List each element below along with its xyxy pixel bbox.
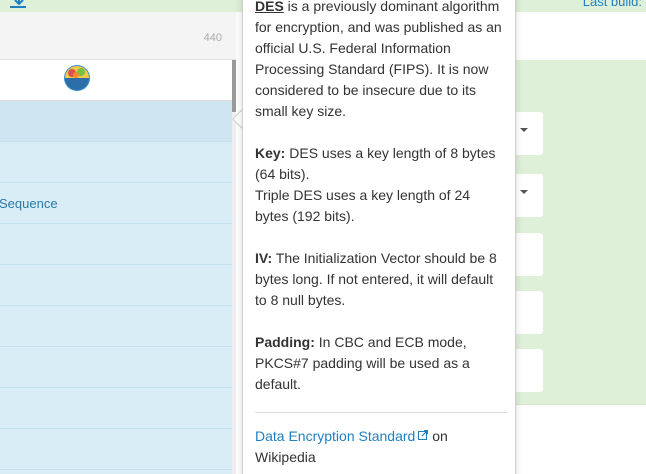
list-item[interactable]: Sequence (0, 183, 236, 224)
popover-divider (255, 412, 507, 413)
padding-label: Padding: (255, 334, 315, 350)
des-intro: DES is a previously dominant algorithm f… (255, 0, 507, 122)
last-build-label[interactable]: Last build: (583, 0, 642, 9)
input-format-field[interactable] (516, 291, 543, 334)
list-item-label: Sequence (0, 196, 58, 211)
key-format-dropdown[interactable] (516, 112, 543, 155)
chevron-down-icon (520, 190, 528, 194)
list-item[interactable] (0, 429, 236, 470)
operations-search[interactable]: 440 (0, 12, 236, 60)
popover-body: DES is a previously dominant algorithm f… (255, 0, 507, 468)
list-item[interactable] (0, 347, 236, 388)
des-intro-title: DES (255, 0, 284, 14)
logo-row (0, 60, 236, 101)
list-item[interactable] (0, 142, 236, 183)
wikipedia-reference: Data Encryption Standard on Wikipedia (255, 426, 507, 468)
input-area[interactable] (516, 404, 646, 474)
list-item[interactable] (0, 224, 236, 265)
external-link-icon[interactable] (418, 430, 429, 440)
cyberchef-logo-icon[interactable] (63, 64, 91, 92)
iv-text: The Initialization Vector should be 8 by… (255, 250, 497, 308)
output-format-field[interactable] (516, 349, 543, 392)
operations-count: 440 (203, 32, 222, 44)
operations-list: Sequence (0, 101, 236, 474)
list-item[interactable] (0, 101, 236, 142)
operations-panel: 440 Sequence (0, 12, 236, 474)
iv-label: IV: (255, 250, 273, 266)
operation-description-popover: DES is a previously dominant algorithm f… (242, 0, 516, 474)
list-item[interactable] (0, 388, 236, 429)
list-item[interactable] (0, 306, 236, 347)
padding-info: Padding: In CBC and ECB mode, PKCS#7 pad… (255, 332, 507, 395)
list-item[interactable] (0, 265, 236, 306)
key-info: Key: DES uses a key length of 8 bytes (6… (255, 143, 507, 227)
iv-format-dropdown[interactable] (516, 174, 543, 217)
mode-field[interactable] (516, 233, 543, 276)
download-underline (10, 6, 26, 8)
iv-info: IV: The Initialization Vector should be … (255, 248, 507, 311)
key-label: Key: (255, 145, 286, 161)
wikipedia-link[interactable]: Data Encryption Standard (255, 428, 415, 444)
scrollbar-thumb[interactable] (232, 60, 236, 112)
key-text-triple-des: Triple DES uses a key length of 24 bytes… (255, 187, 471, 224)
key-text-des: DES uses a key length of 8 bytes (64 bit… (255, 145, 496, 182)
recipe-header (516, 12, 646, 60)
des-intro-text: is a previously dominant algorithm for e… (255, 0, 502, 119)
chevron-down-icon (520, 128, 528, 132)
